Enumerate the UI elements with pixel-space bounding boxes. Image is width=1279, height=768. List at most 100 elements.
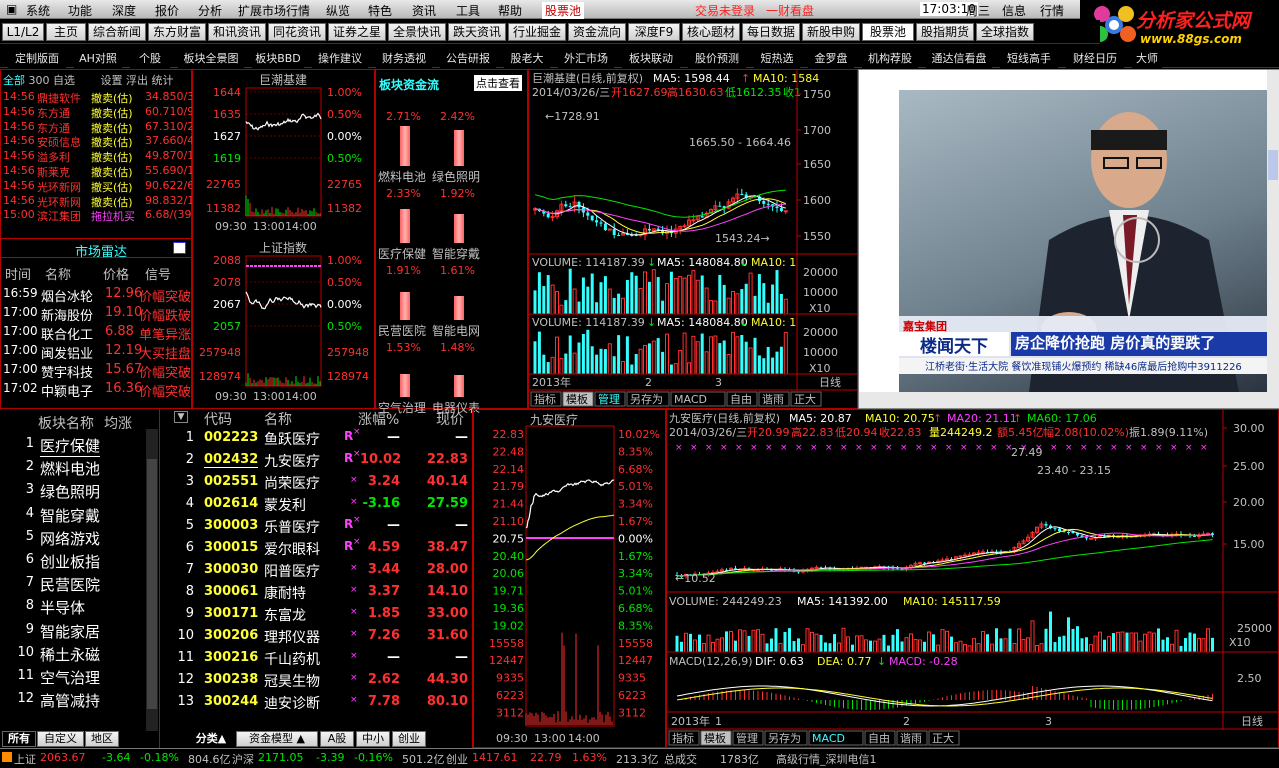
menu-stock-pool[interactable]: 股票池	[542, 2, 585, 19]
status-shanghai-label[interactable]: 上证	[14, 751, 36, 767]
sector-bar[interactable]	[454, 214, 464, 243]
menu-news[interactable]: 资讯	[412, 2, 436, 19]
toolbar1-btn-8[interactable]: 跌天资讯	[448, 23, 506, 41]
toolbar1-btn-13[interactable]: 每日数据	[742, 23, 800, 41]
info-button[interactable]: 信息	[1002, 2, 1026, 19]
toolbar1-btn-14[interactable]: 新股申购	[802, 23, 860, 41]
menu-system[interactable]: 系统	[26, 2, 50, 19]
menu-depth[interactable]: 深度	[112, 2, 136, 19]
sector-tab-0[interactable]: 所有	[2, 731, 36, 747]
toolbar2-btn-3[interactable]: 板块全景图	[178, 50, 244, 68]
stock-tab-2[interactable]: A股	[320, 731, 354, 747]
radar-tab-watch[interactable]: 自选	[53, 74, 75, 87]
sector-bar-name[interactable]: 智能穿戴	[432, 245, 480, 262]
toolbar2-btn-12[interactable]: 短热选	[754, 50, 800, 68]
sector-bar-name[interactable]: 绿色照明	[432, 168, 480, 185]
toolbar1-btn-9[interactable]: 行业掘金	[508, 23, 566, 41]
toolbar1-btn-17[interactable]: 全球指数	[976, 23, 1034, 41]
toolbar1-btn-16[interactable]: 股指期货	[916, 23, 974, 41]
toolbar2-btn-16[interactable]: 短线高手	[1000, 50, 1058, 68]
toolbar1-btn-0[interactable]: L1/L2	[2, 23, 44, 41]
menu-icon[interactable]: ▣	[6, 2, 17, 16]
status-cy-label[interactable]: 创业	[446, 751, 468, 767]
sector-bar-name[interactable]: 燃料电池	[378, 168, 426, 185]
sector-bar[interactable]	[400, 374, 410, 397]
toolbar1-btn-11[interactable]: 深度F9	[628, 23, 680, 41]
toolbar2-btn-4[interactable]: 板块BBD	[252, 50, 304, 68]
sector-tab-1[interactable]: 自定义	[37, 731, 84, 747]
toolbar2-btn-9[interactable]: 外汇市场	[558, 50, 614, 68]
radar-tab-settings[interactable]: 设置	[101, 74, 123, 87]
sector-bar[interactable]	[400, 126, 410, 166]
mini-chart-1[interactable]: 巨潮基建 1644 1635 1627 1619 22765 11382 1.00% 0.50%…	[193, 70, 374, 238]
radar-config-icon[interactable]	[173, 242, 186, 254]
menu-help[interactable]: 帮助	[498, 2, 522, 19]
toolbar2-btn-1[interactable]: AH对照	[74, 50, 122, 68]
radar-tab-stats[interactable]: 统计	[152, 74, 174, 87]
status-connection[interactable]: 高级行情_深圳电信1	[776, 751, 877, 767]
menu-analysis[interactable]: 分析	[198, 2, 222, 19]
stock-tab-4[interactable]: 创业	[392, 731, 426, 747]
toolbar1-btn-5[interactable]: 同花资讯	[268, 23, 326, 41]
video-hscrollbar[interactable]	[859, 392, 1267, 408]
toolbar2-btn-17[interactable]: 财经日历	[1066, 50, 1124, 68]
toolbar2-btn-7[interactable]: 公告研报	[440, 50, 496, 68]
toolbar1-btn-2[interactable]: 综合新闻	[88, 23, 146, 41]
sector-bars-view-button[interactable]: 点击查看	[474, 75, 522, 91]
video-scrollbar[interactable]	[1267, 70, 1279, 408]
toolbar2-btn-15[interactable]: 通达信看盘	[926, 50, 992, 68]
sector-bar[interactable]	[454, 130, 464, 166]
menu-tools[interactable]: 工具	[456, 2, 480, 19]
sector-bar-name[interactable]: 医疗保健	[378, 245, 426, 262]
toolbar1-btn-3[interactable]: 东方财富	[148, 23, 206, 41]
sector-bar-name[interactable]: 智能电网	[432, 322, 480, 339]
stock-tab-3[interactable]: 中小	[356, 731, 390, 747]
stock-tab-1[interactable]: 资金模型 ▲	[236, 731, 318, 747]
toolbar2-btn-14[interactable]: 机构荐股	[862, 50, 918, 68]
stock-tab-0[interactable]: 分类▲	[188, 731, 234, 747]
toolbar2-btn-11[interactable]: 股价预测	[688, 50, 746, 68]
stock-list-sort-icon[interactable]: ▼	[174, 411, 188, 423]
toolbar1-btn-15[interactable]: 股票池	[862, 23, 914, 41]
sector-list-scrollbar[interactable]	[146, 429, 158, 731]
sector-tab-2[interactable]: 地区	[85, 731, 119, 747]
radar-tab-all[interactable]: 全部	[3, 74, 25, 87]
radar-tab-300[interactable]: 300	[29, 74, 50, 87]
toolbar1-btn-4[interactable]: 和讯资讯	[208, 23, 266, 41]
toolbar1-btn-6[interactable]: 证券之星	[328, 23, 386, 41]
kline-chart-2[interactable]: 九安医疗(日线,前复权) MA5: 20.87 MA10: 20.75↑ MA20: …	[667, 410, 1278, 747]
toolbar2-btn-10[interactable]: 板块联动	[622, 50, 680, 68]
toolbar1-btn-1[interactable]: 主页	[46, 23, 86, 41]
mini-chart-2[interactable]: 上证指数 2088 2078 2067 2057 257948 128974 1.00% 0.5…	[193, 238, 374, 408]
menu-ext-market[interactable]: 扩展市场行情	[238, 2, 310, 19]
sector-bar[interactable]	[400, 208, 410, 243]
toolbar2-btn-5[interactable]: 操作建议	[312, 50, 368, 68]
toolbar2-btn-0[interactable]: 定制版面	[8, 50, 66, 68]
trade-login-status[interactable]: 交易未登录	[695, 2, 755, 19]
kline-chart-1[interactable]: 巨潮基建(日线,前复权) MA5: 1598.44 ↑ MA10: 1584 2014/…	[529, 70, 857, 408]
toolbar1-btn-10[interactable]: 资金流向	[568, 23, 626, 41]
sector-bar[interactable]	[400, 291, 410, 320]
menu-quote[interactable]: 报价	[155, 2, 179, 19]
sector-bar[interactable]	[454, 296, 464, 320]
toolbar2-btn-8[interactable]: 股老大	[504, 50, 550, 68]
toolbar2-btn-6[interactable]: 财务透视	[376, 50, 432, 68]
video-panel[interactable]: 嘉宝集团 楼闻天下 房企降价抢跑 房价真的要跌了 江桥老街·生活大院 餐饮准现铺…	[858, 69, 1279, 409]
caijing-link[interactable]: 一财看盘	[766, 2, 814, 19]
video-frame[interactable]: 嘉宝集团 楼闻天下 房企降价抢跑 房价真的要跌了 江桥老街·生活大院 餐饮准现铺…	[899, 90, 1267, 392]
sector-bar-name[interactable]: 民营医院	[378, 322, 426, 339]
intraday-chart[interactable]: 九安医疗 22.83 10.02% 22.48 8.35% 22.14 6.68% 21.79…	[474, 410, 665, 747]
sector-bar[interactable]	[454, 375, 464, 397]
toolbar2-btn-2[interactable]: 个股	[130, 50, 170, 68]
status-hs-label[interactable]: 沪深	[232, 751, 254, 767]
toolbar1-btn-12[interactable]: 核心题材	[682, 23, 740, 41]
toolbar2-btn-18[interactable]: 大师	[1132, 50, 1162, 68]
menu-feature[interactable]: 特色	[368, 2, 392, 19]
radar-tab-float[interactable]: 浮出	[126, 74, 148, 87]
menu-overview[interactable]: 纵览	[326, 2, 350, 19]
quote-button[interactable]: 行情	[1040, 2, 1064, 19]
menu-function[interactable]: 功能	[68, 2, 92, 19]
toolbar2-btn-13[interactable]: 金罗盘	[808, 50, 854, 68]
kline1-tab-label: 管理	[598, 392, 620, 406]
toolbar1-btn-7[interactable]: 全景快讯	[388, 23, 446, 41]
